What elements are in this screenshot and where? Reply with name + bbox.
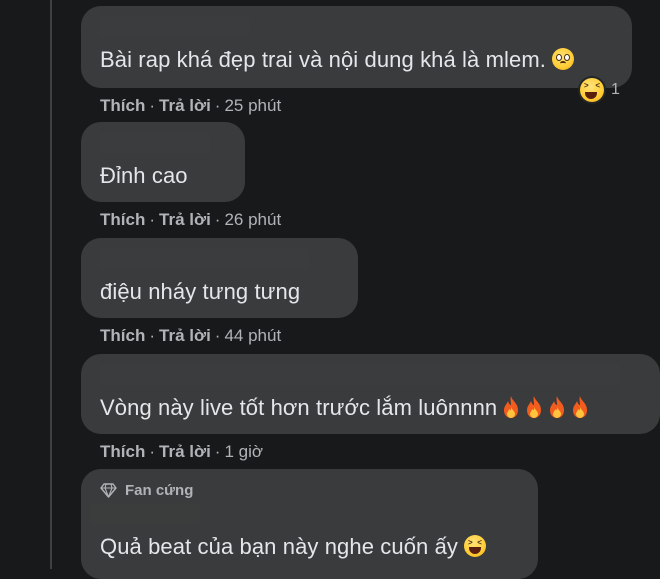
comment-timestamp[interactable]: 1 giờ	[224, 442, 263, 461]
comment-bubble: Vòng này live tốt hơn trước lắm luônnnn	[81, 354, 660, 434]
author-name-redacted[interactable]	[100, 364, 620, 386]
comment-timestamp[interactable]: 44 phút	[224, 326, 281, 345]
fire-icon	[571, 395, 589, 419]
fire-icon	[525, 395, 543, 419]
author-name-redacted[interactable]	[90, 503, 200, 525]
comment-bubble: Bài rap khá đẹp trai và nội dung khá là …	[81, 6, 632, 88]
comment-actions: Thích · Trả lời · 44 phút	[100, 326, 358, 346]
fan-badge: Fan cứng	[100, 482, 193, 499]
like-button[interactable]: Thích	[100, 210, 145, 229]
weary-face-icon	[551, 47, 574, 70]
reply-button[interactable]: Trả lời	[159, 442, 211, 461]
reaction-summary[interactable]: > < 1	[578, 76, 620, 104]
comment-text: Vòng này live tốt hơn trước lắm luônnnn	[100, 395, 589, 421]
like-button[interactable]: Thích	[100, 96, 145, 115]
comment-text: điệu nháy tưng tưng	[100, 278, 301, 304]
comment-text: Đỉnh cao	[100, 162, 188, 188]
separator: ·	[214, 210, 221, 229]
author-name-redacted[interactable]	[100, 248, 310, 270]
comment: Đỉnh cao Thích · Trả lời · 26 phút	[81, 122, 281, 230]
comment-timestamp[interactable]: 25 phút	[224, 96, 281, 115]
reply-button[interactable]: Trả lời	[159, 210, 211, 229]
author-name-redacted[interactable]	[100, 132, 210, 154]
fan-badge-label: Fan cứng	[125, 482, 194, 499]
author-name-redacted[interactable]	[100, 16, 250, 38]
comment-actions: Thích · Trả lời · 25 phút	[100, 96, 632, 116]
comment: Fan cứng Quả beat của bạn này nghe cuốn …	[81, 469, 538, 579]
comment-bubble: điệu nháy tưng tưng	[81, 238, 358, 318]
like-button[interactable]: Thích	[100, 326, 145, 345]
reply-button[interactable]: Trả lời	[159, 326, 211, 345]
separator: ·	[149, 210, 156, 229]
laughing-face-icon: > <	[580, 78, 604, 102]
separator: ·	[214, 442, 221, 461]
separator: ·	[149, 96, 156, 115]
separator: ·	[149, 442, 156, 461]
laughing-face-icon: > <	[464, 534, 487, 557]
comment: Vòng này live tốt hơn trước lắm luônnnn …	[81, 354, 660, 462]
fire-icon	[548, 395, 566, 419]
reaction-count: 1	[611, 81, 620, 98]
reply-button[interactable]: Trả lời	[159, 96, 211, 115]
reaction-chip: > <	[578, 76, 606, 104]
like-button[interactable]: Thích	[100, 442, 145, 461]
comment-bubble: Fan cứng Quả beat của bạn này nghe cuốn …	[81, 469, 538, 579]
comment-text: Bài rap khá đẹp trai và nội dung khá là …	[100, 47, 574, 73]
separator: ·	[149, 326, 156, 345]
separator: ·	[214, 96, 221, 115]
fire-icon	[502, 395, 520, 419]
comment: điệu nháy tưng tưng Thích · Trả lời · 44 phú…	[81, 238, 358, 346]
diamond-icon	[100, 483, 117, 498]
comment-actions: Thích · Trả lời · 26 phút	[100, 210, 281, 230]
comment-bubble: Đỉnh cao	[81, 122, 245, 202]
comment-text: Quả beat của bạn này nghe cuốn ấy > <	[100, 534, 487, 560]
thread-line	[50, 0, 52, 569]
comment-timestamp[interactable]: 26 phút	[224, 210, 281, 229]
separator: ·	[214, 326, 221, 345]
comment-actions: Thích · Trả lời · 1 giờ	[100, 442, 660, 462]
comment: Bài rap khá đẹp trai và nội dung khá là …	[81, 6, 632, 116]
